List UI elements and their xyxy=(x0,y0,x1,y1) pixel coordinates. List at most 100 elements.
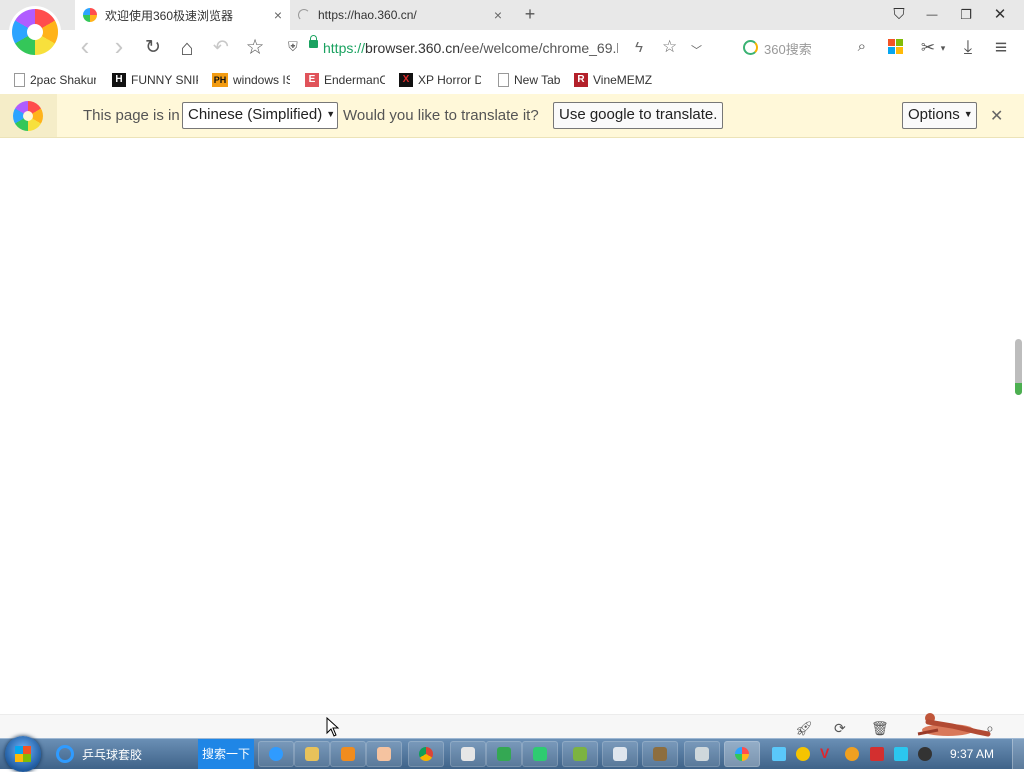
cut-dropdown-icon[interactable]: ▾ xyxy=(937,37,949,59)
back-button[interactable]: ‹ xyxy=(74,33,96,59)
ie-icon xyxy=(56,745,74,763)
ie-search-text: 乒乓球套胶 xyxy=(82,747,143,762)
start-button[interactable] xyxy=(5,736,41,772)
translate-bar: This page is in Chinese (Simplified) ▼ Wo… xyxy=(0,94,1024,138)
bookmark-vinememz[interactable]: R VineMEMZ xyxy=(574,72,656,88)
360-browser-icon xyxy=(83,8,97,22)
options-label: Options xyxy=(908,106,960,123)
tab-hao360[interactable]: https://hao.360.cn/ × xyxy=(290,0,510,30)
forward-button[interactable]: › xyxy=(108,33,130,59)
x-logo-icon: X xyxy=(399,73,413,87)
dancer-figure-icon xyxy=(917,713,991,737)
download-button[interactable]: ⤓ xyxy=(957,37,979,59)
loading-spinner-icon xyxy=(298,9,310,21)
e-logo-icon: E xyxy=(305,73,319,87)
language-value: Chinese (Simplified) xyxy=(188,106,323,123)
tray-search-icon[interactable] xyxy=(845,747,859,761)
trash-icon[interactable]: 🗑︎ xyxy=(871,720,889,737)
tab-welcome[interactable]: 欢迎使用360极速浏览器 × xyxy=(75,0,290,30)
bookmark-2pac[interactable]: 2pac Shakur xyxy=(14,72,96,88)
lightning-icon[interactable]: ϟ xyxy=(635,39,643,56)
language-select[interactable]: Chinese (Simplified) ▼ xyxy=(182,102,338,129)
toolbar: ‹ › ↻ ⌂ ↶ ☆ ⛨ https://browser.360.cn/ee/… xyxy=(0,30,1024,66)
taskbar-app-minecraft[interactable] xyxy=(642,741,678,767)
translate-button[interactable]: Use google to translate. xyxy=(553,102,723,129)
undo-close-tab-button[interactable]: ↶ xyxy=(210,37,232,59)
lock-icon[interactable] xyxy=(309,35,318,48)
rocket-icon[interactable]: 🚀︎ xyxy=(795,720,813,737)
taskbar-app-paint[interactable] xyxy=(366,741,402,767)
taskbar-app-green[interactable] xyxy=(522,741,558,767)
360-search-logo-icon xyxy=(743,40,758,55)
bookmark-windows[interactable]: PH windows IS xyxy=(212,72,290,88)
show-desktop-button[interactable] xyxy=(1012,739,1024,769)
close-translate-icon[interactable]: ✕ xyxy=(990,106,1003,126)
taskbar-app-explorer[interactable] xyxy=(294,741,330,767)
url-scheme: https:// xyxy=(323,40,366,56)
new-tab-button[interactable]: + xyxy=(520,4,540,25)
shield-icon[interactable]: ⛨ xyxy=(288,39,298,55)
taskbar-app-game[interactable] xyxy=(562,741,598,767)
page-icon xyxy=(498,73,509,87)
r-logo-icon: R xyxy=(574,73,588,87)
tray-plus-icon[interactable] xyxy=(796,747,810,761)
360-browser-logo xyxy=(13,101,43,131)
tab-strip: 欢迎使用360极速浏览器 × https://hao.360.cn/ × + ⛉… xyxy=(0,0,1024,30)
tray-v-icon[interactable]: V xyxy=(820,746,834,761)
search-placeholder: 360搜索 xyxy=(764,42,812,57)
page-content xyxy=(0,138,1012,714)
bookmarks-bar: 2pac Shakur H FUNNY SNIP PH windows IS E… xyxy=(0,66,1024,94)
restore-button[interactable]: ❐ xyxy=(956,5,976,25)
taskbar-app-download[interactable] xyxy=(602,741,638,767)
bookmark-xp-horror[interactable]: X XP Horror D xyxy=(399,72,481,88)
reload-button[interactable]: ↻ xyxy=(142,37,164,59)
menu-button[interactable]: ≡ xyxy=(990,37,1012,59)
translate-logo-area xyxy=(0,94,57,137)
taskbar-search-button[interactable]: 搜索一下 xyxy=(198,739,254,769)
h-logo-icon: H xyxy=(112,73,126,87)
taskbar-app-360-browser[interactable] xyxy=(724,741,760,767)
taskbar-app-computer[interactable] xyxy=(684,741,720,767)
tab-close-icon[interactable]: × xyxy=(494,7,502,23)
dropdown-chevron-icon[interactable]: ﹀ xyxy=(691,42,702,58)
360-browser-logo[interactable] xyxy=(12,9,58,55)
caret-down-icon: ▼ xyxy=(963,109,973,119)
taskbar-app-chrome[interactable] xyxy=(408,741,444,767)
tab-title: 欢迎使用360极速浏览器 xyxy=(105,8,234,23)
scrollbar-thumb[interactable] xyxy=(1015,339,1022,395)
tray-speaker-icon[interactable] xyxy=(918,747,932,761)
close-window-button[interactable]: ✕ xyxy=(990,5,1010,25)
pin-window-icon[interactable]: ⛉ xyxy=(889,5,909,25)
taskbar-app-window[interactable] xyxy=(450,741,486,767)
favorite-star-button[interactable]: ☆ xyxy=(244,37,266,59)
tab-title: https://hao.360.cn/ xyxy=(318,8,417,22)
ph-logo-icon: PH xyxy=(212,73,228,87)
bookmark-star-icon[interactable]: ☆ xyxy=(662,37,677,57)
bookmark-enderman[interactable]: E EndermanC xyxy=(305,72,385,88)
home-button[interactable]: ⌂ xyxy=(176,37,198,59)
tray-flag-icon[interactable] xyxy=(870,747,884,761)
url-path: /ee/welcome/chrome_69.h xyxy=(459,40,618,56)
url-text[interactable]: https://browser.360.cn/ee/welcome/chrome… xyxy=(323,40,618,56)
translate-intro-text: This page is in xyxy=(83,107,180,124)
ie-search-box[interactable]: 乒乓球套胶 xyxy=(56,741,196,767)
options-dropdown[interactable]: Options ▼ xyxy=(902,102,977,129)
taskbar-app-ie[interactable] xyxy=(258,741,294,767)
bookmark-new-tab[interactable]: New Tab xyxy=(498,72,566,88)
search-icon[interactable]: ⌕ xyxy=(858,38,866,55)
taskbar-app-media[interactable] xyxy=(330,741,366,767)
minimize-button[interactable]: — xyxy=(922,5,942,25)
caret-down-icon: ▼ xyxy=(326,109,336,119)
tray-screen-icon[interactable] xyxy=(894,747,908,761)
tray-colorful-icon[interactable] xyxy=(772,747,786,761)
tab-close-icon[interactable]: × xyxy=(274,7,282,23)
bookmark-funny-snip[interactable]: H FUNNY SNIP xyxy=(112,72,198,88)
address-bar[interactable]: ⛨ https://browser.360.cn/ee/welcome/chro… xyxy=(285,34,720,62)
search-box[interactable]: 360搜索 ⌕ xyxy=(740,36,870,60)
speed-up-icon[interactable]: ⟳ xyxy=(834,720,846,737)
status-bar: 🚀︎ ⟳ 🗑︎ ⌕ xyxy=(0,714,1024,739)
cut-screenshot-button[interactable]: ✂ xyxy=(917,37,939,59)
system-clock[interactable]: 9:37 AM xyxy=(950,747,994,761)
apps-grid-icon[interactable] xyxy=(888,39,904,55)
taskbar-app-play[interactable] xyxy=(486,741,522,767)
